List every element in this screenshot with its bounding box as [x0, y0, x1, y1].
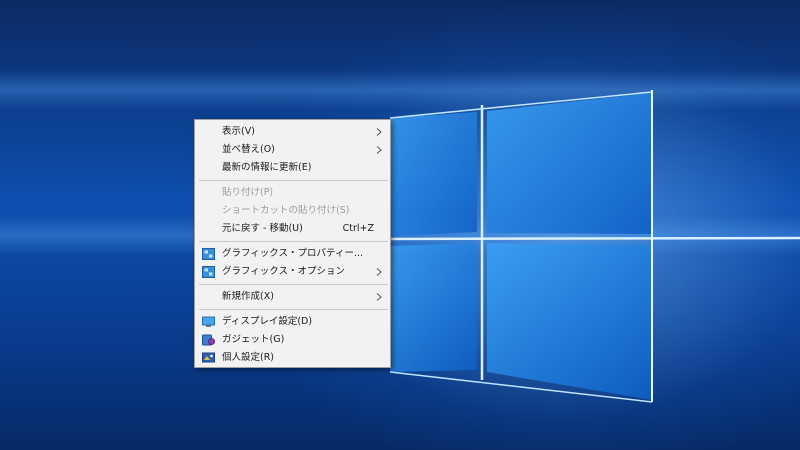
windows-logo	[369, 90, 800, 403]
menu-item-label: 元に戻す - 移動(U)	[222, 223, 303, 234]
menu-item-label: 並べ替え(O)	[222, 144, 275, 155]
menu-item-label: 最新の情報に更新(E)	[222, 162, 312, 173]
desktop-background	[0, 0, 800, 450]
menu-item-label: 個人設定(R)	[222, 352, 275, 363]
intel-graphics-icon	[202, 266, 215, 278]
menu-item-view[interactable]: 表示(V)	[195, 123, 390, 141]
menu-item-graphics-options[interactable]: グラフィックス・オプション	[195, 263, 390, 281]
menu-separator	[199, 180, 388, 181]
menu-item-paste-shortcut[interactable]: ショートカットの貼り付け(S)	[195, 202, 390, 220]
menu-item-sort[interactable]: 並べ替え(O)	[195, 141, 390, 159]
menu-item-gadgets[interactable]: ガジェット(G)	[195, 331, 390, 349]
monitor-icon	[202, 316, 215, 327]
desktop-context-menu: 表示(V) 並べ替え(O) 最新の情報に更新(E) 貼り付け(P) ショートカッ…	[194, 119, 391, 368]
chevron-right-icon	[376, 268, 382, 276]
menu-item-label: 貼り付け(P)	[222, 187, 274, 198]
personalize-icon	[202, 352, 215, 363]
menu-item-label: ディスプレイ設定(D)	[222, 316, 313, 327]
menu-item-display-settings[interactable]: ディスプレイ設定(D)	[195, 313, 390, 331]
menu-item-paste[interactable]: 貼り付け(P)	[195, 184, 390, 202]
menu-item-label: グラフィックス・オプション	[222, 266, 346, 277]
menu-item-new[interactable]: 新規作成(X)	[195, 288, 390, 306]
menu-item-label: グラフィックス・プロパティー...	[222, 248, 364, 259]
menu-item-label: 表示(V)	[222, 126, 255, 137]
menu-separator	[199, 309, 388, 310]
menu-item-refresh[interactable]: 最新の情報に更新(E)	[195, 159, 390, 177]
chevron-right-icon	[376, 293, 382, 301]
intel-graphics-icon	[202, 248, 215, 260]
menu-separator	[199, 284, 388, 285]
menu-item-label: ガジェット(G)	[222, 334, 285, 345]
menu-item-label: ショートカットの貼り付け(S)	[222, 205, 350, 216]
menu-item-personalize[interactable]: 個人設定(R)	[195, 349, 390, 367]
shortcut-key-label: Ctrl+Z	[342, 223, 374, 234]
menu-item-graphics-properties[interactable]: グラフィックス・プロパティー...	[195, 245, 390, 263]
chevron-right-icon	[376, 128, 382, 136]
menu-item-label: 新規作成(X)	[222, 291, 274, 302]
menu-item-undo[interactable]: 元に戻す - 移動(U) Ctrl+Z	[195, 220, 390, 238]
menu-separator	[199, 241, 388, 242]
chevron-right-icon	[376, 146, 382, 154]
gadget-icon	[202, 334, 215, 346]
